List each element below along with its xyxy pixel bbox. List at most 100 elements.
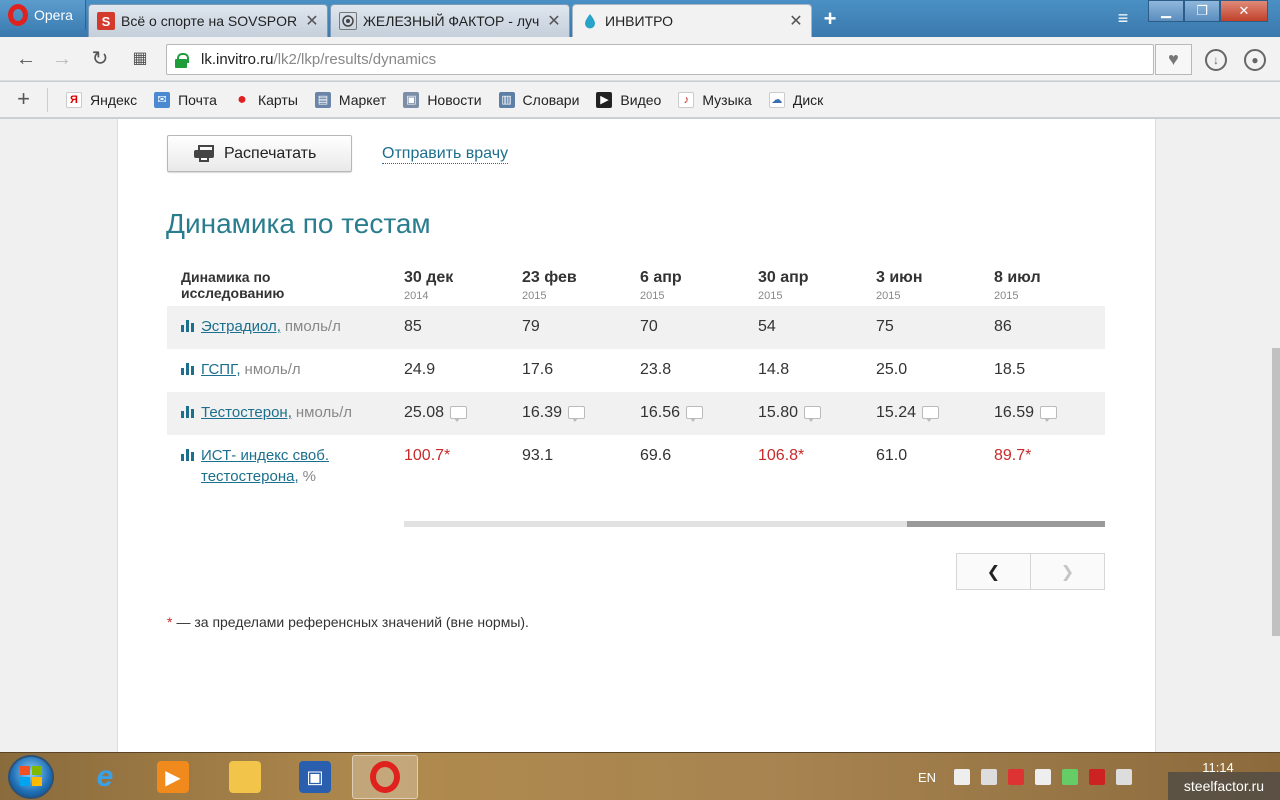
column-year: 2015 xyxy=(876,290,901,302)
close-window-button[interactable]: ✕ xyxy=(1220,0,1268,22)
column-date: 8 июл xyxy=(994,269,1041,286)
bookmark-mail[interactable]: ✉ Почта xyxy=(154,91,217,108)
comment-icon[interactable] xyxy=(568,406,586,422)
table-row: ИСТ- индекс своб. тестостерона,% 100.7* … xyxy=(167,435,1105,507)
volume-muted-icon[interactable] xyxy=(1035,769,1052,785)
system-tray: EN xyxy=(918,753,1143,800)
bookmark-maps[interactable]: ● Карты xyxy=(234,91,298,108)
speed-dial-grid-icon[interactable]: ▦ xyxy=(128,47,152,71)
taskbar-explorer[interactable] xyxy=(212,755,278,799)
test-name-testosterone[interactable]: Тестостерон, нмоль/л xyxy=(181,402,352,423)
column-header-date: 30 дек 2014 xyxy=(404,269,453,302)
windows-taskbar: e ▶ ▣ EN 11:14 xyxy=(0,752,1280,800)
printer-icon xyxy=(194,145,214,162)
test-name-shbg[interactable]: ГСПГ, нмоль/л xyxy=(181,359,301,380)
back-arrow-icon[interactable]: ← xyxy=(14,47,38,71)
dictionary-icon: ▥ xyxy=(498,91,515,108)
date-pager: ❮ ❯ xyxy=(956,553,1105,590)
test-link[interactable]: тестостерона, xyxy=(201,468,299,485)
tab-title: ЖЕЛЕЗНЫЙ ФАКТОР - луч xyxy=(363,13,540,29)
test-unit: пмоль/л xyxy=(284,318,341,335)
sovsport-favicon-icon: S xyxy=(97,12,115,30)
action-center-icon[interactable] xyxy=(954,769,971,785)
comment-icon[interactable] xyxy=(804,406,822,422)
download-icon[interactable]: ↓ xyxy=(1205,49,1227,71)
send-to-doctor-link[interactable]: Отправить врачу xyxy=(382,145,509,164)
close-tab-icon[interactable]: ✕ xyxy=(789,11,803,31)
bookmark-music[interactable]: ♪ Музыка xyxy=(678,91,752,108)
taskbar-save-app[interactable]: ▣ xyxy=(282,755,348,799)
close-tab-icon[interactable]: ✕ xyxy=(547,11,561,31)
result-value: 85 xyxy=(404,318,422,335)
footnote-star: * xyxy=(167,614,173,630)
page-scroll-thumb[interactable] xyxy=(1272,348,1280,636)
language-indicator[interactable]: EN xyxy=(918,770,936,785)
bookmark-disk[interactable]: ☁ Диск xyxy=(768,91,823,108)
prev-page-button[interactable]: ❮ xyxy=(957,554,1030,589)
next-page-button[interactable]: ❯ xyxy=(1030,554,1104,589)
restore-button[interactable]: ❐ xyxy=(1184,0,1220,22)
bar-chart-icon[interactable] xyxy=(181,362,195,375)
bookmark-news[interactable]: ▣ Новости xyxy=(403,91,482,108)
bar-chart-icon[interactable] xyxy=(181,448,195,461)
url-path: /lk2/lkp/results/dynamics xyxy=(273,51,437,68)
bookmark-yandex[interactable]: Я Яндекс xyxy=(66,91,137,108)
url-field[interactable]: lk.invitro.ru /lk2/lkp/results/dynamics xyxy=(166,44,1154,75)
test-link[interactable]: Тестостерон, xyxy=(201,402,292,423)
test-unit: нмоль/л xyxy=(244,361,301,378)
account-icon[interactable]: ● xyxy=(1244,49,1266,71)
comment-icon[interactable] xyxy=(450,406,468,422)
header-label-line1: Динамика по xyxy=(181,269,271,285)
floppy-disk-icon: ▣ xyxy=(299,761,331,793)
bookmark-market[interactable]: ▤ Маркет xyxy=(314,91,386,108)
test-link[interactable]: Эстрадиол, xyxy=(201,316,281,337)
column-header-date: 23 фев 2015 xyxy=(522,269,577,302)
battery-icon[interactable] xyxy=(1116,769,1133,785)
tab-menu-icon[interactable]: ≡ xyxy=(1112,8,1134,28)
forward-arrow-icon[interactable]: → xyxy=(50,47,74,71)
test-unit: % xyxy=(302,468,316,485)
kaspersky-icon[interactable] xyxy=(1089,769,1106,785)
result-value: 69.6 xyxy=(640,447,672,464)
tab-sovsport[interactable]: S Всё о спорте на SOVSPOR ✕ xyxy=(88,4,328,37)
column-date: 3 июн xyxy=(876,269,923,286)
tab-iron-factor[interactable]: ЖЕЛЕЗНЫЙ ФАКТОР - луч ✕ xyxy=(330,4,570,37)
tab-invitro[interactable]: ИНВИТРО ✕ xyxy=(572,4,812,37)
bookmark-heart-icon[interactable]: ♥ xyxy=(1155,44,1192,75)
new-tab-button[interactable]: + xyxy=(818,6,842,32)
test-link[interactable]: ГСПГ, xyxy=(201,359,241,380)
network-signal-icon[interactable] xyxy=(981,769,998,785)
taskbar-media-player[interactable]: ▶ xyxy=(140,755,206,799)
close-tab-icon[interactable]: ✕ xyxy=(305,11,319,31)
minimize-button[interactable]: ▁ xyxy=(1148,0,1184,22)
column-year: 2014 xyxy=(404,290,429,302)
mail-icon: ✉ xyxy=(154,91,171,108)
result-value-with-comment: 16.59 xyxy=(994,402,1058,423)
add-bookmark-icon[interactable]: + xyxy=(0,87,48,112)
result-value-out-of-range: 106.8* xyxy=(758,447,805,464)
news-icon: ▣ xyxy=(403,91,420,108)
taskbar-internet-explorer[interactable]: e xyxy=(72,755,138,799)
test-name-estradiol[interactable]: Эстрадиол, пмоль/л xyxy=(181,316,341,337)
wifi-icon[interactable] xyxy=(1062,769,1079,785)
result-value-with-comment: 15.80 xyxy=(758,402,822,423)
bar-chart-icon[interactable] xyxy=(181,405,195,418)
network-error-icon[interactable] xyxy=(1008,769,1025,785)
column-header-date: 3 июн 2015 xyxy=(876,269,923,302)
comment-icon[interactable] xyxy=(686,406,704,422)
test-link[interactable]: ИСТ- индекс своб. xyxy=(201,447,329,464)
reload-icon[interactable]: ↻ xyxy=(88,47,112,71)
column-date: 23 фев xyxy=(522,269,577,286)
address-bar: ← → ↻ ▦ lk.invitro.ru /lk2/lkp/results/d… xyxy=(0,37,1280,81)
column-date: 30 апр xyxy=(758,269,809,286)
opera-menu-button[interactable]: Opera xyxy=(0,0,86,30)
bookmark-dictionaries[interactable]: ▥ Словари xyxy=(498,91,579,108)
bar-chart-icon[interactable] xyxy=(181,319,195,332)
test-name-free-androgen-index[interactable]: ИСТ- индекс своб. тестостерона,% xyxy=(181,445,329,487)
bookmark-video[interactable]: ▶ Видео xyxy=(596,91,661,108)
comment-icon[interactable] xyxy=(1040,406,1058,422)
print-button[interactable]: Распечатать xyxy=(167,135,352,172)
comment-icon[interactable] xyxy=(922,406,940,422)
table-scroll-thumb[interactable] xyxy=(907,521,1105,527)
taskbar-opera[interactable] xyxy=(352,755,418,799)
